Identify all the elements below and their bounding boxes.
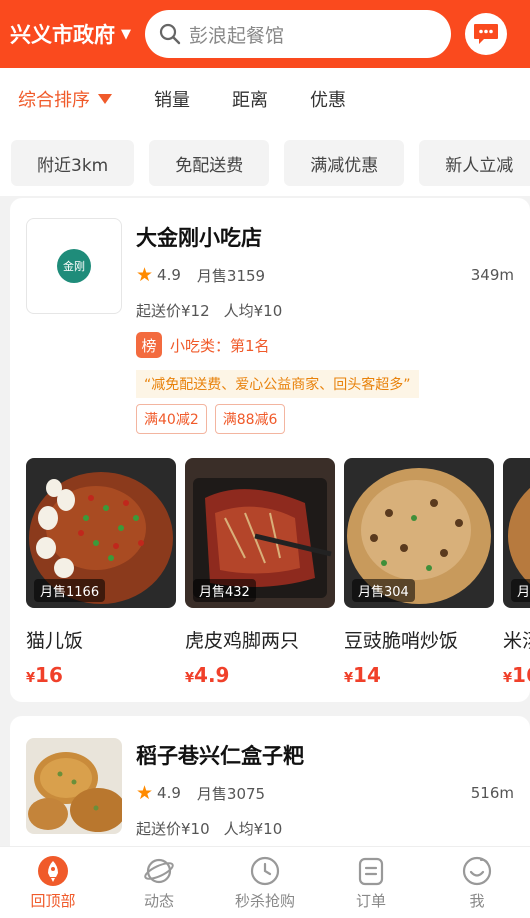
- order-icon: [355, 855, 387, 887]
- search-bar[interactable]: 彭浪起餐馆: [145, 10, 451, 58]
- sort-tab-distance[interactable]: 距离: [232, 86, 268, 112]
- message-button[interactable]: [465, 13, 507, 55]
- dish-price: ¥16: [26, 663, 176, 687]
- nav-label: 秒杀抢购: [234, 891, 295, 910]
- shop-name: 大金刚小吃店: [136, 226, 262, 250]
- nav-profile[interactable]: 我: [424, 847, 530, 918]
- dish-name: 虎皮鸡脚两只: [185, 630, 300, 652]
- shop-logo-mark: 金刚: [57, 249, 91, 283]
- sort-tab-sales[interactable]: 销量: [154, 86, 190, 112]
- dish-item[interactable]: 月售432 虎皮鸡脚两只 ¥4.9: [185, 458, 335, 687]
- shop-distance: 349m: [470, 266, 514, 284]
- dish-image: 月售432: [185, 458, 335, 608]
- nav-label: 我: [469, 891, 485, 910]
- sort-bar: 综合排序 销量 距离 优惠: [0, 68, 530, 130]
- dish-sales: 月售1166: [34, 579, 106, 602]
- dish-carousel: 月售1166 猫儿饭 ¥16 月售432 虎皮鸡脚两只 ¥4.9 月售304 豆…: [26, 458, 530, 688]
- top-header: 兴义市政府 ▼ 彭浪起餐馆: [0, 0, 530, 68]
- filter-chip-free-delivery[interactable]: 免配送费: [149, 140, 270, 186]
- dish-name: 豆豉脆哨炒饭: [344, 630, 459, 652]
- city-label: 兴义市政府: [10, 23, 115, 47]
- dish-name: 猫儿饭: [26, 630, 84, 652]
- price-value: 4.9: [194, 663, 230, 687]
- sort-tab-label: 综合排序: [18, 90, 90, 111]
- min-order: 起送价¥12: [136, 302, 210, 320]
- shop-name: 稻子巷兴仁盒子粑: [136, 744, 304, 768]
- currency-symbol: ¥: [344, 671, 354, 686]
- price-value: 16: [512, 663, 530, 687]
- price-value: 16: [35, 663, 63, 687]
- currency-symbol: ¥: [26, 671, 36, 686]
- dish-price: ¥14: [344, 663, 494, 687]
- dish-price: ¥4.9: [185, 663, 335, 687]
- clock-icon: [249, 855, 281, 887]
- caret-down-icon: [98, 94, 112, 104]
- city-selector[interactable]: 兴义市政府 ▼: [10, 19, 131, 49]
- dish-price: ¥16: [503, 663, 530, 687]
- coupon-tag[interactable]: 满40减2: [136, 404, 207, 434]
- dish-sales: 月售432: [193, 579, 256, 602]
- nav-flash-sale[interactable]: 秒杀抢购: [212, 847, 318, 918]
- star-icon: ★: [136, 264, 154, 286]
- ranking-text: 小吃类：第1名: [170, 336, 270, 355]
- dish-sales: 月售: [511, 579, 530, 602]
- currency-symbol: ¥: [503, 671, 513, 686]
- nav-label: 订单: [355, 891, 386, 910]
- nav-orders[interactable]: 订单: [318, 847, 424, 918]
- sort-tab-label: 销量: [154, 90, 190, 111]
- filter-chip-new-user[interactable]: 新人立减: [419, 140, 530, 186]
- price-value: 14: [353, 663, 381, 687]
- sort-tab-comprehensive[interactable]: 综合排序: [18, 86, 112, 112]
- min-order: 起送价¥10: [136, 820, 210, 838]
- filter-chips: 附近3km 免配送费 满减优惠 新人立减: [0, 130, 530, 196]
- shop-price-row: 起送价¥10 人均¥10: [136, 818, 282, 839]
- shop-rating-row: ★ 4.9 月售3159: [136, 264, 265, 286]
- filter-chip-nearby[interactable]: 附近3km: [11, 140, 135, 186]
- bottom-nav: 回顶部 动态 秒杀抢购 订单 我: [0, 846, 530, 918]
- currency-symbol: ¥: [185, 671, 195, 686]
- sort-tab-discount[interactable]: 优惠: [310, 86, 346, 112]
- shop-monthly-sales: 月售3159: [196, 266, 266, 285]
- avg-price: 人均¥10: [223, 302, 283, 320]
- shop-logo: 金刚: [26, 218, 122, 314]
- dish-image: 月售: [503, 458, 530, 608]
- coupon-list: 满40减2 满88减6: [136, 404, 286, 434]
- filter-chip-discount[interactable]: 满减优惠: [284, 140, 405, 186]
- dish-image: 月售304: [344, 458, 494, 608]
- nav-label: 回顶部: [30, 891, 76, 910]
- nav-back-to-top[interactable]: 回顶部: [0, 847, 106, 918]
- nav-feed[interactable]: 动态: [106, 847, 212, 918]
- sort-tab-label: 优惠: [310, 90, 346, 111]
- avg-price: 人均¥10: [223, 820, 283, 838]
- sort-tab-label: 距离: [232, 90, 268, 111]
- shop-logo: [26, 738, 122, 834]
- shop-distance: 516m: [470, 784, 514, 802]
- coupon-tag[interactable]: 满88减6: [214, 404, 286, 434]
- chat-bubble-icon: [474, 24, 498, 44]
- dish-image: 月售1166: [26, 458, 176, 608]
- profile-icon: [461, 855, 493, 887]
- dish-item[interactable]: 月售1166 猫儿饭 ¥16: [26, 458, 176, 687]
- dish-name: 米汤: [503, 630, 530, 652]
- shop-rating: 4.9: [157, 784, 181, 802]
- ranking-row[interactable]: 榜 小吃类：第1名: [136, 332, 270, 358]
- shop-price-row: 起送价¥12 人均¥10: [136, 300, 282, 321]
- dish-item[interactable]: 月售 米汤 ¥16: [503, 458, 530, 687]
- back-to-top-icon: [37, 855, 69, 887]
- shop-rating-row: ★ 4.9 月售3075: [136, 782, 265, 804]
- ranking-badge-icon: 榜: [136, 332, 162, 358]
- search-icon: [159, 23, 181, 45]
- shop-monthly-sales: 月售3075: [196, 784, 266, 803]
- shop-card[interactable]: 稻子巷兴仁盒子粑 ★ 4.9 月售3075 516m 起送价¥10 人均¥10: [10, 716, 530, 866]
- nav-label: 动态: [143, 891, 174, 910]
- dish-item[interactable]: 月售304 豆豉脆哨炒饭 ¥14: [344, 458, 494, 687]
- shop-rating: 4.9: [157, 266, 181, 284]
- shop-card[interactable]: 金刚 大金刚小吃店 ★ 4.9 月售3159 349m 起送价¥12 人均¥10 …: [10, 198, 530, 702]
- shop-highlight-quote: “减免配送费、爱心公益商家、回头客超多”: [136, 370, 419, 398]
- search-placeholder: 彭浪起餐馆: [189, 24, 285, 47]
- chevron-down-icon: ▼: [121, 26, 131, 42]
- star-icon: ★: [136, 782, 154, 804]
- dish-sales: 月售304: [352, 579, 415, 602]
- planet-icon: [143, 855, 175, 887]
